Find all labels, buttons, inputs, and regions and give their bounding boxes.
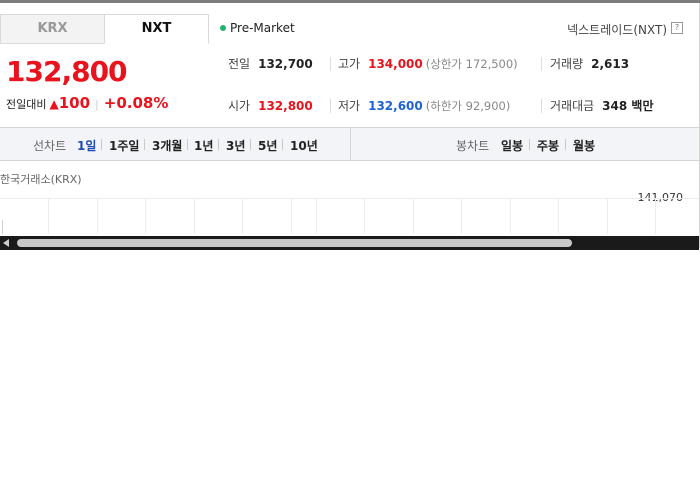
period-selector: 선차트 1일 1주일 3개월 1년 3년 5년 10년 봉차트 일봉 주봉 월봉 [0,128,699,160]
stat-divider [330,99,331,113]
exchange-name: 넥스트레이드(NXT) [567,23,667,37]
chart-gridline [364,198,365,234]
chart-gridline [97,198,98,234]
scroll-thumb[interactable] [17,239,572,247]
stat-value: 132,700 [258,57,313,71]
chart-gridline [194,198,195,234]
price-change: 전일대비 ▲100 | +0.08% [6,94,168,112]
period-3m[interactable]: 3개월 [152,137,182,154]
period-divider [250,139,251,150]
stat-high: 고가 134,000 (상한가 172,500) [338,55,518,72]
period-1w[interactable]: 1주일 [109,137,139,154]
stat-value: 134,000 [368,57,423,71]
chart-gridline [607,198,608,234]
period-1d[interactable]: 1일 [77,137,96,154]
session-status: Pre-Market [220,21,295,35]
period-divider [187,139,188,150]
help-icon[interactable]: ? [671,22,683,34]
chart-gridline [655,198,656,234]
line-chart-label: 선차트 [33,139,67,153]
candle-chart-label: 봉차트 [456,139,490,153]
current-price: 132,800 [6,55,128,88]
change-label: 전일대비 [6,98,47,111]
chart-gridline [0,198,699,199]
stat-divider [541,99,542,113]
chart-gridline [413,198,414,234]
period-divider [144,139,145,150]
stat-label: 전일 [228,57,251,71]
stat-value: 132,600 [368,99,423,113]
divider [0,160,699,161]
period-1y[interactable]: 1년 [194,137,213,154]
candle-daily[interactable]: 일봉 [501,137,523,154]
chart-gridline [316,198,317,234]
stat-limit: (상한가 172,500) [425,57,518,71]
stat-divider [330,57,331,71]
period-3y[interactable]: 3년 [226,137,245,154]
period-divider [218,139,219,150]
stat-label: 고가 [338,57,361,71]
status-dot-icon [220,24,226,31]
chart-gridline [291,198,292,234]
tab-nxt[interactable]: NXT [104,14,209,44]
tab-krx[interactable]: KRX [0,14,105,44]
change-divider: | [95,98,99,111]
stat-low: 저가 132,600 (하한가 92,900) [338,97,510,114]
stat-prev-close: 전일 132,700 [228,55,313,72]
chart-gridline [461,198,462,234]
stat-value: 132,800 [258,99,313,113]
period-10y[interactable]: 10년 [290,137,318,154]
change-percent: +0.08% [103,94,169,112]
chart-gridline [510,198,511,234]
stat-trade-value: 거래대금 348 백만 [550,97,653,114]
session-label: Pre-Market [230,21,295,35]
chart-gridline [145,198,146,234]
chart-gridline [558,198,559,234]
chart-source-label: 한국거래소(KRX) [0,173,82,186]
period-5y[interactable]: 5년 [258,137,277,154]
chart-scrollbar[interactable] [0,236,699,250]
candle-monthly[interactable]: 월봉 [573,137,595,154]
stat-label: 저가 [338,99,361,113]
period-divider [565,139,566,150]
chart-start-mark [2,220,3,234]
period-divider [282,139,283,150]
chart-gridline [48,198,49,234]
stat-divider [541,57,542,71]
stat-limit: (하한가 92,900) [425,99,511,113]
stat-open: 시가 132,800 [228,97,313,114]
stat-label: 거래량 [550,57,584,71]
price-chart[interactable] [0,198,699,234]
period-bar-divider [350,128,351,160]
period-divider [101,139,102,150]
stat-value: 348 백만 [602,99,654,113]
candle-weekly[interactable]: 주봉 [537,137,559,154]
change-amount: 100 [58,94,91,112]
period-divider [529,139,530,150]
up-arrow-icon: ▲ [49,97,59,111]
chart-gridline [242,198,243,234]
stat-label: 시가 [228,99,251,113]
stock-quote-widget: KRX NXT Pre-Market 넥스트레이드(NXT) ? 132,800… [0,3,700,250]
stat-label: 거래대금 [550,99,595,113]
stat-volume: 거래량 2,613 [550,55,629,72]
scroll-left-arrow-icon[interactable] [3,239,9,247]
stat-value: 2,613 [591,57,630,71]
